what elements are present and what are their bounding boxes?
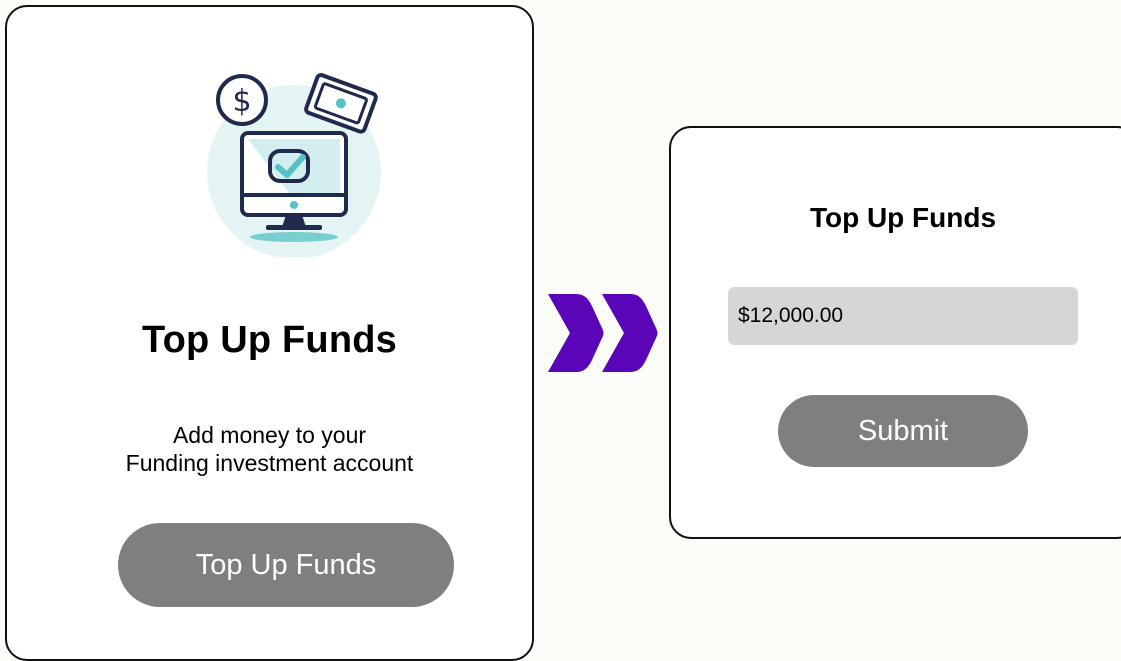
top-up-funds-button[interactable]: Top Up Funds	[118, 523, 454, 607]
top-up-form-card: Top Up Funds Submit	[669, 126, 1121, 539]
description-line-1: Add money to your	[172, 422, 367, 448]
monitor-money-illustration-icon: $	[202, 67, 387, 259]
description-line-2: Funding investment account	[125, 450, 414, 476]
submit-button[interactable]: Submit	[778, 395, 1028, 467]
intro-card-title: Top Up Funds	[142, 319, 397, 361]
chevron-1	[548, 294, 604, 372]
top-up-intro-card: $ Top Up Funds Add money to your Funding…	[5, 5, 534, 661]
amount-input[interactable]	[728, 287, 1078, 345]
dollar-coin-icon: $	[216, 74, 268, 126]
chevron-2	[602, 294, 658, 372]
svg-text:$: $	[232, 84, 251, 119]
form-card-title: Top Up Funds	[809, 202, 997, 233]
intro-card-description: Add money to your Funding investment acc…	[7, 421, 532, 477]
double-chevron-right-icon	[546, 292, 658, 374]
